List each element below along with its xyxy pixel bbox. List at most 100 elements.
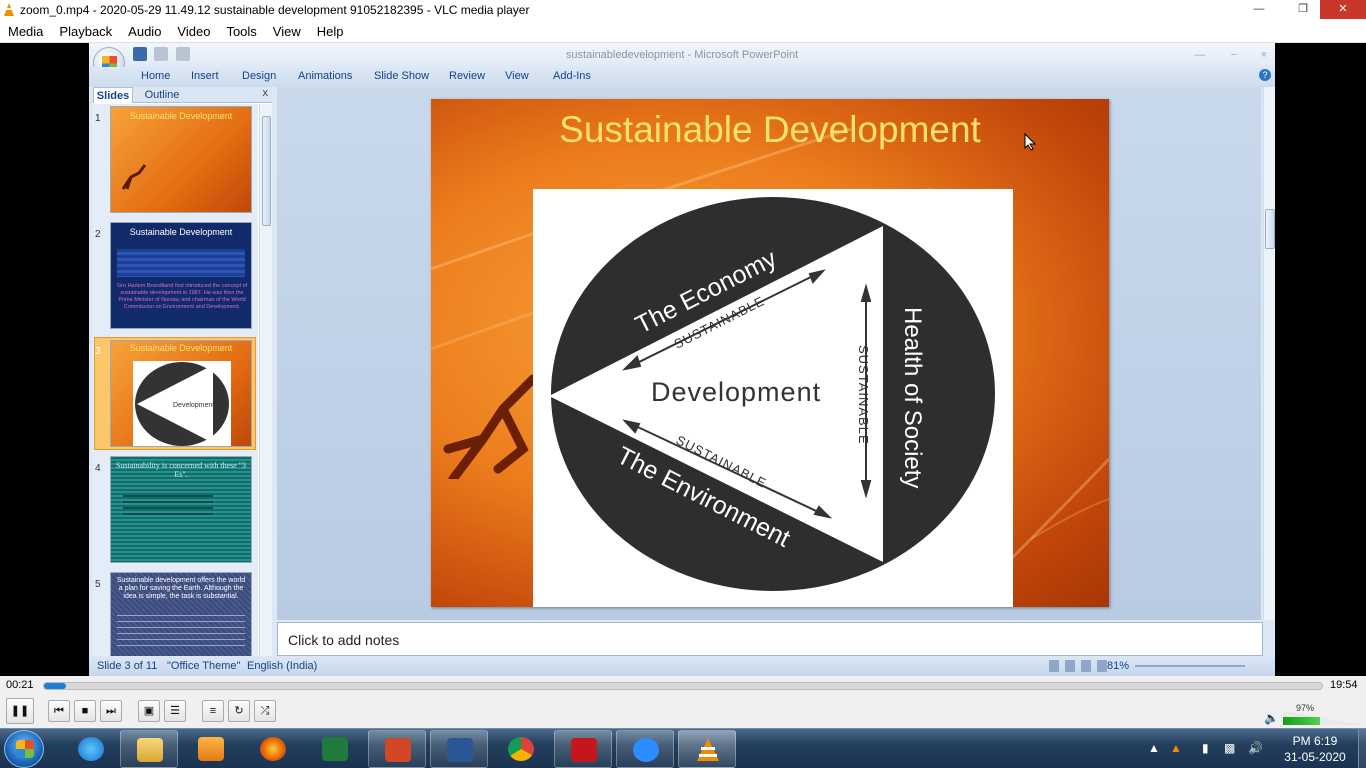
ribbon-tab-animations: Animations (298, 70, 353, 82)
ribbon-tab-home: Home (141, 70, 171, 82)
thumbnail-slide-4: Sustainability is concerned with these "… (110, 456, 252, 563)
minimize-button[interactable]: — (1246, 0, 1272, 19)
seek-bar[interactable] (43, 682, 1323, 690)
tray-expand-icon[interactable]: ▲ (1148, 741, 1160, 755)
media-player-icon (198, 737, 224, 761)
stop-button[interactable]: ■ (74, 700, 96, 722)
zoom-level: 81% (1107, 660, 1130, 672)
scroll-thumb (1265, 209, 1275, 249)
vlc-title-bar: zoom_0.mp4 - 2020-05-29 11.49.12 sustain… (0, 0, 1366, 21)
taskbar-chrome[interactable] (492, 730, 550, 768)
playlist-button[interactable]: ≡ (202, 700, 224, 722)
clock-date: 31-05-2020 (1284, 750, 1346, 764)
taskbar-acrobat[interactable] (554, 730, 612, 768)
extended-settings-button[interactable]: ☰ (164, 700, 186, 722)
fullscreen-button[interactable]: ▣ (138, 700, 160, 722)
theme-name: "Office Theme" (167, 660, 241, 672)
acrobat-icon (571, 738, 597, 762)
runner-silhouette-icon (443, 374, 538, 479)
volume-tray-icon[interactable]: 🔊 (1248, 741, 1263, 755)
scroll-thumb (262, 116, 271, 226)
taskbar-powerpoint[interactable] (368, 730, 426, 768)
tab-outline: Outline (144, 89, 180, 101)
restore-button[interactable]: ❐ (1290, 0, 1316, 19)
menu-audio[interactable]: Audio (120, 21, 169, 42)
start-button[interactable] (4, 730, 44, 768)
ppt-minimize-icon: — (1194, 49, 1205, 61)
language: English (India) (247, 660, 318, 672)
quick-access-toolbar (133, 47, 194, 63)
diagram-right-arrow-label: SUSTAINABLE (856, 345, 871, 445)
pause-button[interactable]: ❚❚ (6, 698, 34, 724)
seek-progress (44, 683, 66, 689)
ribbon-tab-add-ins: Add-Ins (553, 70, 591, 82)
speaker-icon: 🔈 (1264, 711, 1279, 725)
battery-icon[interactable]: ▮ (1202, 741, 1209, 755)
diagram-center-label: Development (651, 377, 821, 407)
taskbar-firefox[interactable] (244, 730, 302, 768)
thumb-title: Sustainable development offers the world… (116, 577, 246, 600)
current-slide: Sustainable Development Development The … (431, 99, 1109, 607)
windows-logo-icon (16, 740, 34, 758)
menu-help[interactable]: Help (309, 21, 352, 42)
thumb-bullets (123, 495, 213, 517)
menu-video[interactable]: Video (169, 21, 218, 42)
thumb-bullets (117, 615, 245, 651)
menu-tools[interactable]: Tools (218, 21, 264, 42)
thumbnail-slide-5: Sustainable development offers the world… (110, 572, 252, 656)
clock-time: PM 6:19 (1292, 734, 1338, 748)
network-icon[interactable]: ▩ (1224, 741, 1235, 755)
notes-pane: Click to add notes (277, 622, 1263, 656)
chrome-icon (508, 737, 534, 761)
ppt-title-bar: sustainabledevelopment - Microsoft Power… (89, 43, 1275, 67)
ribbon-tab-view: View (505, 70, 529, 82)
volume-slider[interactable] (1283, 711, 1363, 725)
save-icon (133, 47, 147, 61)
vlc-menu-bar: Media Playback Audio Video Tools View Help (0, 21, 1366, 43)
thumb-number: 2 (95, 229, 101, 240)
excel-icon (322, 737, 348, 761)
thumb-number: 5 (95, 579, 101, 590)
menu-view[interactable]: View (265, 21, 309, 42)
menu-media[interactable]: Media (0, 21, 51, 42)
show-desktop-button[interactable] (1358, 729, 1366, 768)
loop-button[interactable]: ↻ (228, 700, 250, 722)
word-icon (447, 738, 473, 762)
previous-button[interactable]: ⏮ (48, 700, 70, 722)
taskbar-vlc[interactable] (678, 730, 736, 768)
thumbnail-slide-3: Sustainable Development Development (110, 340, 252, 447)
ribbon-tab-slide-show: Slide Show (374, 70, 430, 82)
taskbar-excel[interactable] (306, 730, 364, 768)
volume-level (1283, 717, 1321, 725)
notes-placeholder: Click to add notes (288, 632, 400, 648)
thumb-number: 1 (95, 113, 101, 124)
slide-thumbnails: 1 Sustainable Development 2 Sustainable … (92, 104, 258, 656)
taskbar-file-explorer[interactable] (120, 730, 178, 768)
tray-vlc-icon[interactable]: ▲ (1170, 741, 1182, 755)
thumb-title: Sustainable Development (129, 227, 233, 237)
vlc-cone-icon (4, 3, 14, 16)
pane-close-icon: x (262, 87, 269, 99)
ribbon-tabs: Home Insert Design Animations Slide Show… (89, 67, 1275, 87)
menu-playback[interactable]: Playback (51, 21, 120, 42)
slide-title: Sustainable Development (559, 109, 981, 150)
next-button[interactable]: ⏭ (100, 700, 122, 722)
taskbar-internet-explorer[interactable] (62, 730, 120, 768)
shuffle-button[interactable]: ⤮ (254, 700, 276, 722)
close-button[interactable]: ✕ (1320, 0, 1366, 19)
elapsed-time: 00:21 (6, 679, 34, 691)
diagram-right-label: Health of Society (899, 307, 926, 488)
folder-icon (137, 738, 163, 762)
view-buttons-icon (1049, 660, 1109, 672)
ppt-status-bar: Slide 3 of 11 "Office Theme" English (In… (89, 656, 1275, 676)
system-clock[interactable]: PM 6:19 31-05-2020 (1280, 733, 1350, 765)
taskbar-word[interactable] (430, 730, 488, 768)
tab-slides: Slides (93, 87, 133, 103)
thumbnail-slide-2: Sustainable Development Gro Harlem Brund… (110, 222, 252, 329)
powerpoint-icon (385, 738, 411, 762)
pane-scrollbar (259, 104, 272, 656)
taskbar-zoom[interactable] (616, 730, 674, 768)
ppt-restore-icon: − (1230, 49, 1237, 61)
taskbar-media-player[interactable] (182, 730, 240, 768)
thumb-body: Gro Harlem Brundtland first introduced t… (116, 283, 248, 310)
